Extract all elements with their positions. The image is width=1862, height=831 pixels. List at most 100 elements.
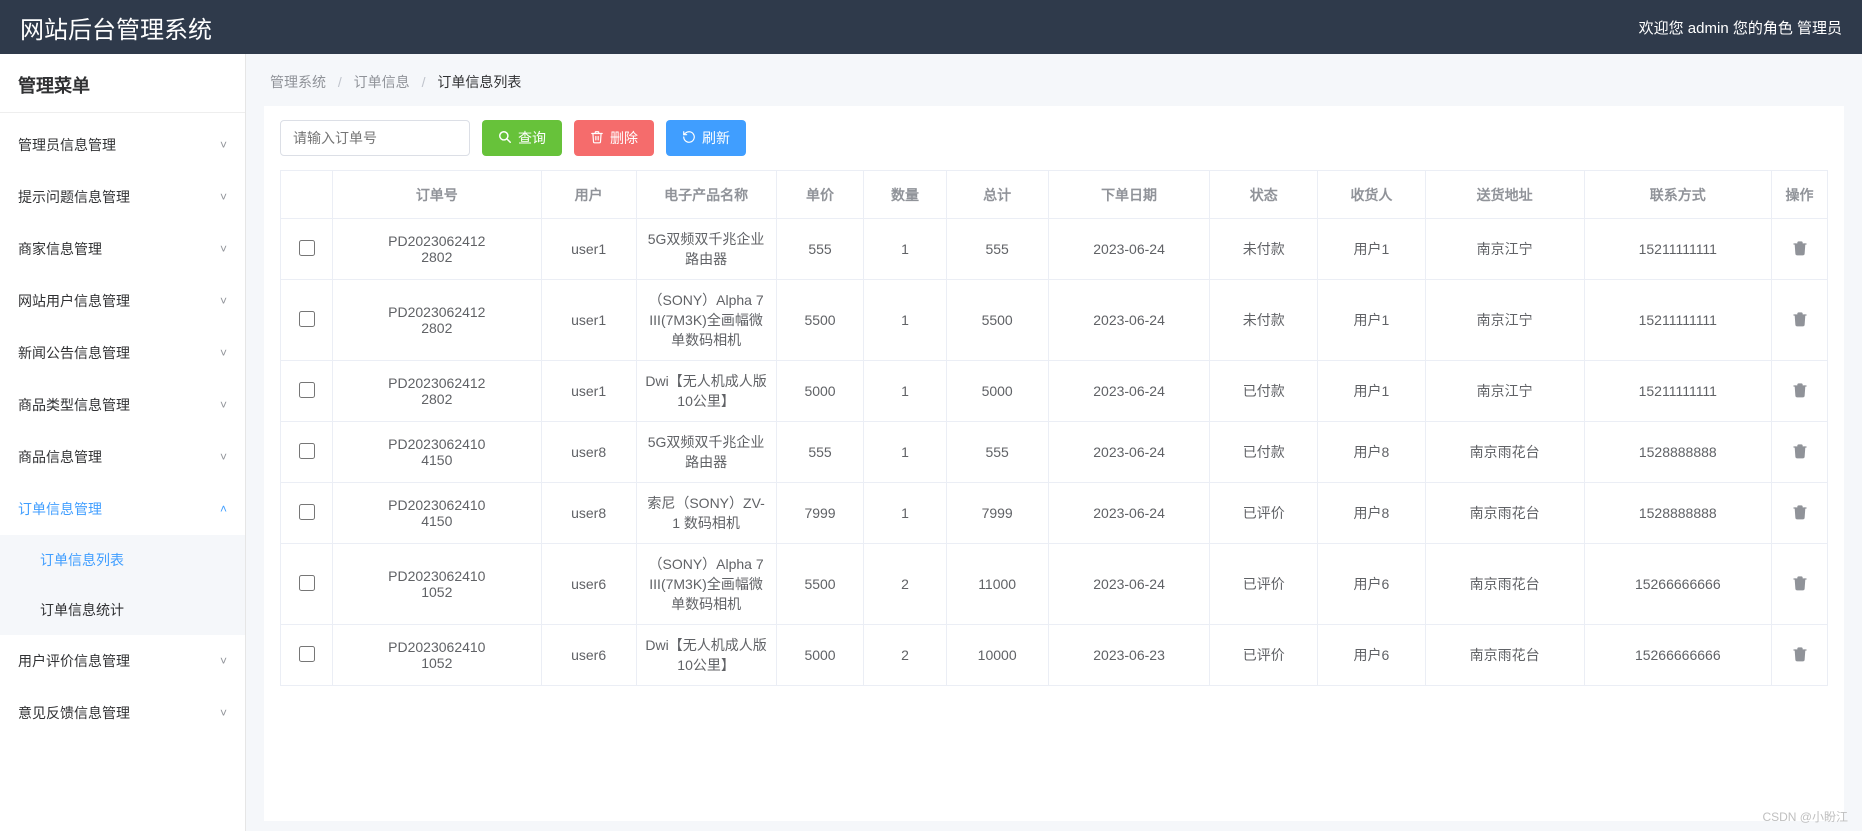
- cell-address: 南京雨花台: [1425, 625, 1584, 686]
- col-checkbox: [281, 171, 333, 219]
- sidebar-heading: 管理菜单: [0, 54, 245, 113]
- breadcrumb-section[interactable]: 订单信息: [354, 74, 410, 90]
- cell-order-no: PD2023062410 1052: [333, 544, 542, 625]
- cell-receiver: 用户6: [1318, 544, 1426, 625]
- cell-status: 未付款: [1210, 280, 1318, 361]
- submenu-item[interactable]: 订单信息统计: [0, 585, 245, 635]
- cell-qty: 1: [864, 219, 946, 280]
- cell-op: [1772, 422, 1828, 483]
- row-checkbox[interactable]: [299, 646, 315, 662]
- cell-price: 5500: [776, 544, 864, 625]
- table-scroll[interactable]: 订单号 用户 电子产品名称 单价 数量 总计 下单日期 状态 收货人 送货地址: [264, 170, 1844, 821]
- sidebar-item[interactable]: 商品类型信息管理 ˅: [0, 379, 245, 431]
- row-checkbox[interactable]: [299, 504, 315, 520]
- cell-op: [1772, 280, 1828, 361]
- cell-address: 南京江宁: [1425, 280, 1584, 361]
- sidebar-item[interactable]: 管理员信息管理˅: [0, 119, 245, 171]
- row-delete-button[interactable]: [1792, 243, 1808, 259]
- refresh-button-label: 刷新: [702, 128, 730, 148]
- cell-total: 5500: [946, 280, 1048, 361]
- sidebar-menu: 管理员信息管理˅提示问题信息管理˅商家信息管理˅网站用户信息管理˅新闻公告信息管…: [0, 113, 245, 739]
- refresh-button[interactable]: 刷新: [666, 120, 746, 156]
- cell-total: 10000: [946, 625, 1048, 686]
- cell-user: user1: [541, 361, 636, 422]
- sidebar-item-label: 商品信息管理: [18, 447, 102, 467]
- col-receiver: 收货人: [1318, 171, 1426, 219]
- cell-address: 南京雨花台: [1425, 483, 1584, 544]
- cell-status: 已评价: [1210, 483, 1318, 544]
- table-row: PD2023062412 2802user15G双频双千兆企业路由器555155…: [281, 219, 1828, 280]
- row-delete-button[interactable]: [1792, 314, 1808, 330]
- cell-phone: 15211111111: [1584, 219, 1771, 280]
- cell-op: [1772, 219, 1828, 280]
- query-button[interactable]: 查询: [482, 120, 562, 156]
- col-price: 单价: [776, 171, 864, 219]
- welcome-text: 欢迎您 admin 您的角色 管理员: [1639, 17, 1842, 38]
- cell-receiver: 用户1: [1318, 361, 1426, 422]
- cell-price: 7999: [776, 483, 864, 544]
- breadcrumb-sep: /: [414, 74, 434, 90]
- sidebar-item[interactable]: 订单信息管理˄: [0, 483, 245, 535]
- sidebar-item[interactable]: 商家信息管理˅: [0, 223, 245, 275]
- col-address: 送货地址: [1425, 171, 1584, 219]
- sidebar-item[interactable]: 新闻公告信息管理 ˅: [0, 327, 245, 379]
- cell-user: user8: [541, 422, 636, 483]
- sidebar-item[interactable]: 商品信息管理˅: [0, 431, 245, 483]
- cell-order-no: PD2023062410 1052: [333, 625, 542, 686]
- row-checkbox[interactable]: [299, 311, 315, 327]
- row-checkbox[interactable]: [299, 575, 315, 591]
- breadcrumb-root[interactable]: 管理系统: [270, 74, 326, 90]
- sidebar-item-label: 商品类型信息管理: [18, 395, 130, 415]
- sidebar-item[interactable]: 用户评价信息管理˅: [0, 635, 245, 687]
- sidebar-item-label: 新闻公告信息管理: [18, 343, 130, 363]
- row-checkbox[interactable]: [299, 443, 315, 459]
- cell-op: [1772, 544, 1828, 625]
- cell-price: 5000: [776, 625, 864, 686]
- row-delete-button[interactable]: [1792, 446, 1808, 462]
- sidebar-item[interactable]: 意见反馈信息管理˅: [0, 687, 245, 739]
- chevron-down-icon: ˅: [220, 138, 227, 152]
- chevron-down-icon: ˅: [220, 294, 227, 308]
- cell-price: 555: [776, 219, 864, 280]
- col-qty: 数量: [864, 171, 946, 219]
- sidebar-item[interactable]: 网站用户信息管理˅: [0, 275, 245, 327]
- submenu: 订单信息列表订单信息统计: [0, 535, 245, 635]
- col-status: 状态: [1210, 171, 1318, 219]
- cell-status: 已付款: [1210, 361, 1318, 422]
- cell-op: [1772, 483, 1828, 544]
- cell-status: 未付款: [1210, 219, 1318, 280]
- cell-order-no: PD2023062410 4150: [333, 483, 542, 544]
- row-delete-button[interactable]: [1792, 507, 1808, 523]
- cell-product: 5G双频双千兆企业路由器: [636, 219, 776, 280]
- row-checkbox[interactable]: [299, 382, 315, 398]
- refresh-icon: [682, 130, 696, 146]
- sidebar-item[interactable]: 提示问题信息管理˅: [0, 171, 245, 223]
- submenu-item[interactable]: 订单信息列表: [0, 535, 245, 585]
- cell-date: 2023-06-24: [1048, 361, 1210, 422]
- search-input[interactable]: [280, 120, 470, 156]
- cell-phone: 1528888888: [1584, 483, 1771, 544]
- row-delete-button[interactable]: [1792, 649, 1808, 665]
- cell-address: 南京雨花台: [1425, 422, 1584, 483]
- app-title: 网站后台管理系统: [20, 10, 212, 45]
- cell-order-no: PD2023062412 2802: [333, 361, 542, 422]
- cell-user: user8: [541, 483, 636, 544]
- cell-date: 2023-06-23: [1048, 625, 1210, 686]
- cell-qty: 2: [864, 544, 946, 625]
- chevron-down-icon: ˅: [220, 346, 227, 360]
- cell-price: 5500: [776, 280, 864, 361]
- cell-op: [1772, 361, 1828, 422]
- cell-qty: 1: [864, 483, 946, 544]
- row-delete-button[interactable]: [1792, 578, 1808, 594]
- col-total: 总计: [946, 171, 1048, 219]
- cell-phone: 15211111111: [1584, 280, 1771, 361]
- table-row: PD2023062412 2802user1Dwi【无人机成人版10公里】500…: [281, 361, 1828, 422]
- delete-button[interactable]: 删除: [574, 120, 654, 156]
- cell-phone: 15211111111: [1584, 361, 1771, 422]
- chevron-down-icon: ˅: [220, 398, 227, 412]
- row-checkbox[interactable]: [299, 240, 315, 256]
- cell-qty: 1: [864, 280, 946, 361]
- row-delete-button[interactable]: [1792, 385, 1808, 401]
- cell-user: user6: [541, 625, 636, 686]
- orders-table: 订单号 用户 电子产品名称 单价 数量 总计 下单日期 状态 收货人 送货地址: [280, 170, 1828, 686]
